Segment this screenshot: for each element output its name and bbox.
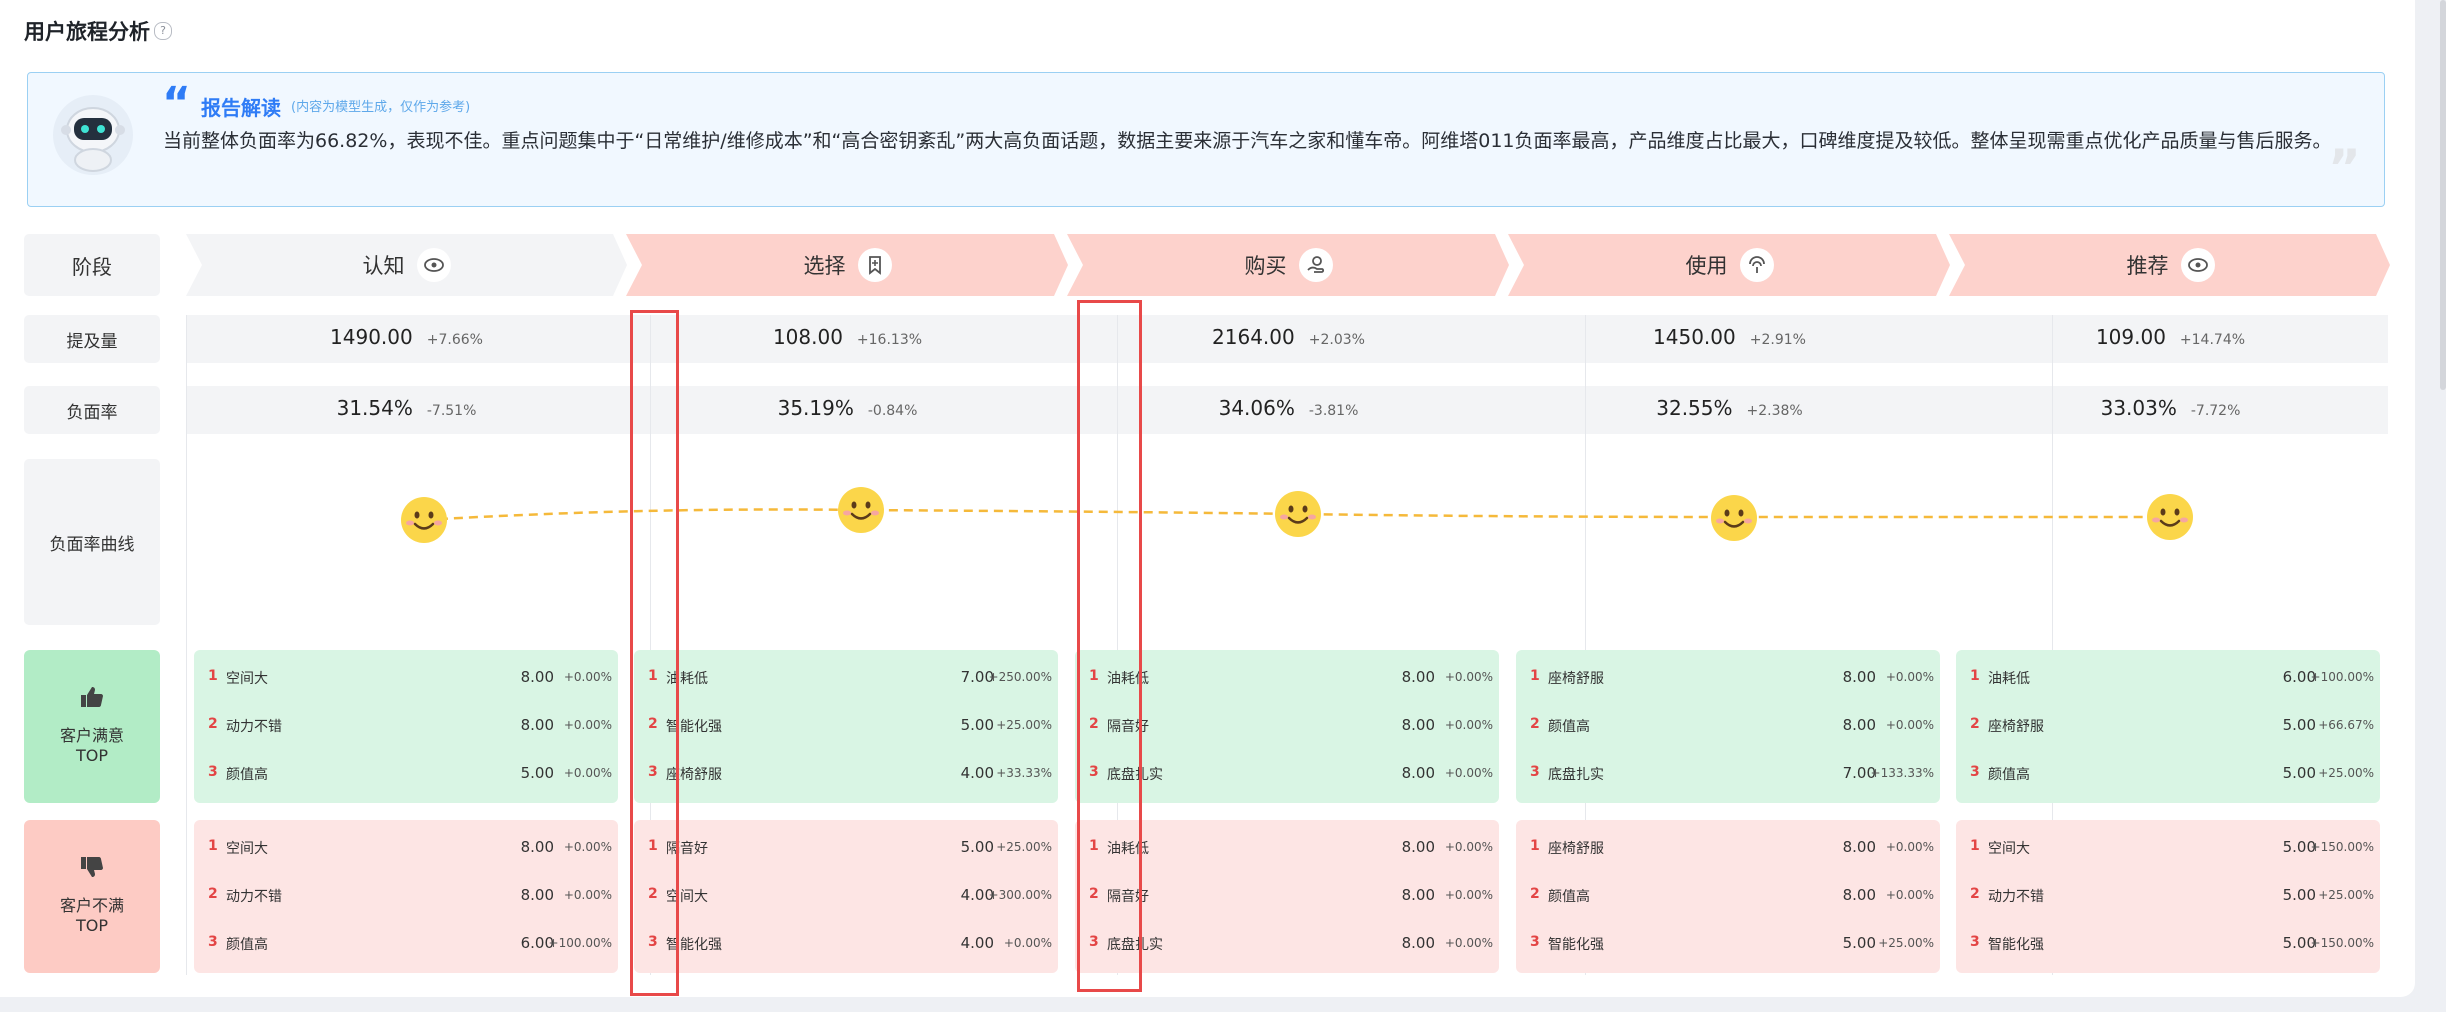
list-item[interactable]: 2 智能化强 5.00 +25.00% [634,716,1058,740]
satisfied-card: 1 座椅舒服 8.00 +0.00% 2 颜值高 8.00 +0.00% 3 底盘扎实 7.00… [1516,650,1940,803]
list-item[interactable]: 2 颜值高 8.00 +0.00% [1516,716,1940,740]
satisfied-top-text: TOP [75,746,108,765]
list-item[interactable]: 1 空间大 8.00 +0.00% [194,668,618,692]
dissatisfied-card: 1 空间大 5.00 +150.00% 2 动力不错 5.00 +25.00% 3 智能化强 5… [1956,820,2380,973]
list-item[interactable]: 2 空间大 4.00 +300.00% [634,886,1058,910]
list-item[interactable]: 2 动力不错 8.00 +0.00% [194,716,618,740]
dissatisfied-card: 1 空间大 8.00 +0.00% 2 动力不错 8.00 +0.00% 3 颜值高 6.00 +… [194,820,618,973]
list-item[interactable]: 3 颜值高 5.00 +25.00% [1956,764,2380,788]
list-item[interactable]: 3 底盘扎实 7.00 +133.33% [1516,764,1940,788]
satisfied-card: 1 空间大 8.00 +0.00% 2 动力不错 8.00 +0.00% 3 颜值高 5.00 +… [194,650,618,803]
list-item[interactable]: 3 智能化强 5.00 +25.00% [1516,934,1940,958]
highlight-box [630,310,679,996]
list-item[interactable]: 2 座椅舒服 5.00 +66.67% [1956,716,2380,740]
satisfied-card: 1 油耗低 6.00 +100.00% 2 座椅舒服 5.00 +66.67% 3 颜值高 5.… [1956,650,2380,803]
satisfied-card: 1 油耗低 7.00 +250.00% 2 智能化强 5.00 +25.00% 3 座椅舒服 4… [634,650,1058,803]
list-item[interactable]: 1 隔音好 5.00 +25.00% [634,838,1058,862]
satisfied-top-label: 客户满意 TOP [24,650,160,803]
list-item[interactable]: 1 空间大 5.00 +150.00% [1956,838,2380,862]
list-item[interactable]: 3 智能化强 5.00 +150.00% [1956,934,2380,958]
dissatisfied-top-label: 客户不满 TOP [24,820,160,973]
list-item[interactable]: 3 智能化强 4.00 +0.00% [634,934,1058,958]
list-item[interactable]: 2 动力不错 8.00 +0.00% [194,886,618,910]
smiley-face-icon [401,497,447,543]
list-item[interactable]: 3 颜值高 6.00 +100.00% [194,934,618,958]
smiley-face-icon [1711,495,1757,541]
list-item[interactable]: 1 油耗低 7.00 +250.00% [634,668,1058,692]
thumbs-down-icon [81,857,103,877]
list-item[interactable]: 1 座椅舒服 8.00 +0.00% [1516,838,1940,862]
list-item[interactable]: 3 颜值高 5.00 +0.00% [194,764,618,788]
list-item[interactable]: 2 动力不错 5.00 +25.00% [1956,886,2380,910]
list-item[interactable]: 1 座椅舒服 8.00 +0.00% [1516,668,1940,692]
smiley-face-icon [1275,491,1321,537]
dissatisfied-top-text: TOP [75,916,108,935]
smiley-face-icon [838,487,884,533]
smiley-face-icon [2147,494,2193,540]
highlight-box [1077,300,1142,992]
list-item[interactable]: 1 油耗低 6.00 +100.00% [1956,668,2380,692]
dissatisfied-card: 1 隔音好 5.00 +25.00% 2 空间大 4.00 +300.00% 3 智能化强 4.… [634,820,1058,973]
dissatisfied-label-text: 客户不满 [59,896,124,915]
dissatisfied-card: 1 座椅舒服 8.00 +0.00% 2 颜值高 8.00 +0.00% 3 智能化强 5.00… [1516,820,1940,973]
list-item[interactable]: 3 座椅舒服 4.00 +33.33% [634,764,1058,788]
list-item[interactable]: 2 颜值高 8.00 +0.00% [1516,886,1940,910]
thumbs-up-icon [81,687,103,707]
list-item[interactable]: 1 空间大 8.00 +0.00% [194,838,618,862]
satisfied-label-text: 客户满意 [59,726,124,745]
